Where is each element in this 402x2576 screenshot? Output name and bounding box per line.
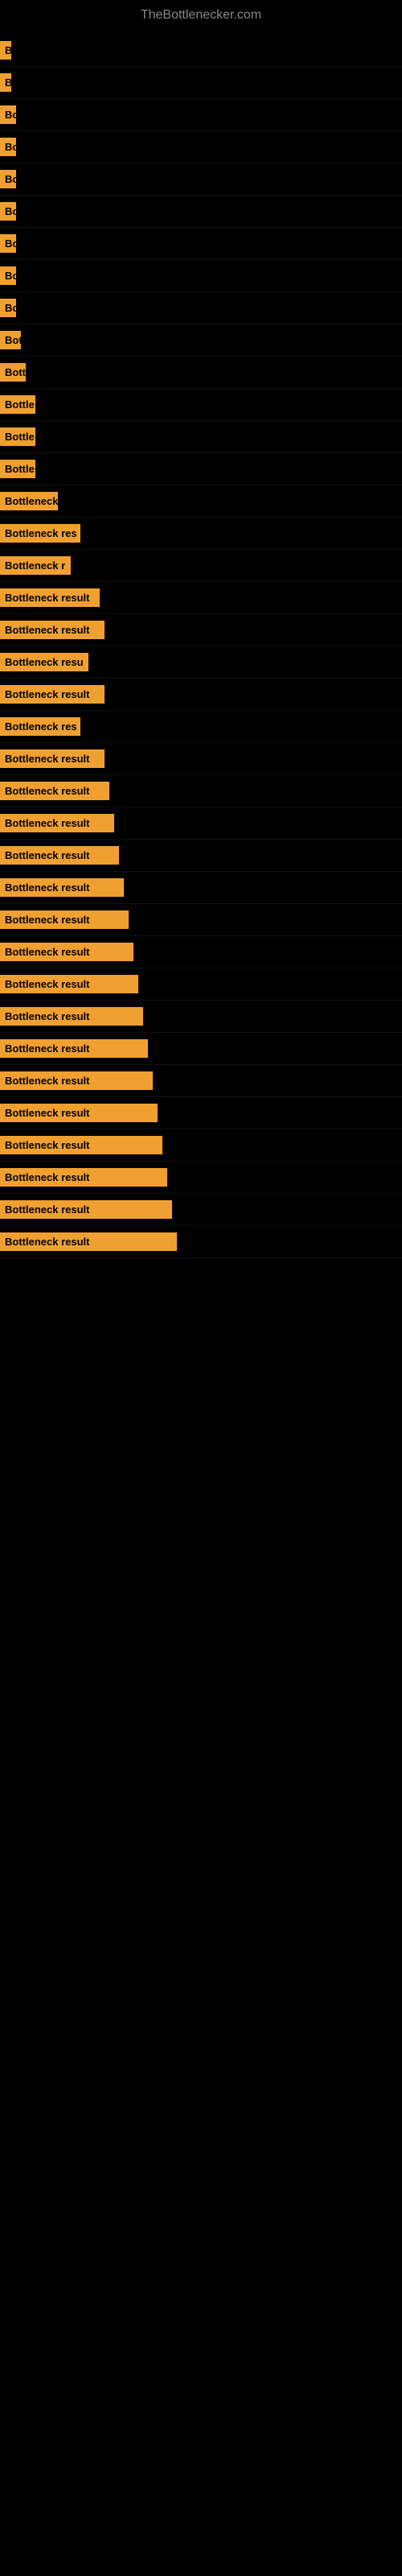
bottleneck-label: Bottleneck result bbox=[0, 1039, 148, 1058]
result-row: Bottleneck result bbox=[0, 1065, 402, 1097]
result-row: Bot bbox=[0, 324, 402, 357]
bottleneck-label: Bottleneck resu bbox=[0, 653, 88, 671]
bottleneck-label: Bo bbox=[0, 299, 16, 317]
result-row: Bottleneck result bbox=[0, 1001, 402, 1033]
bottleneck-label: Bo bbox=[0, 266, 16, 285]
result-row: B bbox=[0, 67, 402, 99]
result-row: Bottleneck bbox=[0, 485, 402, 518]
bottleneck-label: Bo bbox=[0, 234, 16, 253]
bottleneck-label: Bottleneck result bbox=[0, 878, 124, 897]
result-row: Bo bbox=[0, 228, 402, 260]
bottleneck-label: Bottleneck result bbox=[0, 1104, 158, 1122]
result-row: Bottleneck resu bbox=[0, 646, 402, 679]
result-row: Bott bbox=[0, 357, 402, 389]
result-row: Bottleneck result bbox=[0, 614, 402, 646]
result-row: Bottleneck result bbox=[0, 904, 402, 936]
bottleneck-label: Bottleneck result bbox=[0, 1200, 172, 1219]
bottleneck-label: Bottleneck result bbox=[0, 1136, 162, 1154]
bottleneck-label: Bottleneck result bbox=[0, 588, 100, 607]
result-row: Bottle bbox=[0, 453, 402, 485]
results-container: BB Bo Bo Bo Bo Bo Bo Bo Bot Bott Bottle Bottle Bottl… bbox=[0, 27, 402, 1266]
result-row: Bottleneck result bbox=[0, 807, 402, 840]
result-row: Bottleneck result bbox=[0, 582, 402, 614]
bottleneck-label: Bottleneck result bbox=[0, 975, 138, 993]
bottleneck-label: Bottleneck res bbox=[0, 717, 80, 736]
bottleneck-label: Bottleneck result bbox=[0, 749, 105, 768]
bottleneck-label: Bottle bbox=[0, 460, 35, 478]
result-row: B bbox=[0, 35, 402, 67]
result-row: Bottleneck result bbox=[0, 775, 402, 807]
result-row: Bo bbox=[0, 131, 402, 163]
result-row: Bo bbox=[0, 260, 402, 292]
bottleneck-label: Bottleneck result bbox=[0, 910, 129, 929]
bottleneck-label: Bottle bbox=[0, 427, 35, 446]
result-row: Bottle bbox=[0, 389, 402, 421]
result-row: Bottleneck result bbox=[0, 872, 402, 904]
result-row: Bottleneck result bbox=[0, 743, 402, 775]
result-row: Bottleneck result bbox=[0, 1097, 402, 1129]
result-row: Bottleneck res bbox=[0, 711, 402, 743]
result-row: Bottleneck result bbox=[0, 1162, 402, 1194]
result-row: Bottleneck result bbox=[0, 1129, 402, 1162]
result-row: Bottleneck r bbox=[0, 550, 402, 582]
bottleneck-label: Bottleneck result bbox=[0, 1071, 153, 1090]
bottleneck-label: Bottleneck result bbox=[0, 685, 105, 704]
result-row: Bottleneck result bbox=[0, 936, 402, 968]
bottleneck-label: Bottleneck result bbox=[0, 782, 109, 800]
bottleneck-label: Bo bbox=[0, 138, 16, 156]
bottleneck-label: Bo bbox=[0, 202, 16, 221]
bottleneck-label: Bottleneck result bbox=[0, 1232, 177, 1251]
result-row: Bottleneck result bbox=[0, 679, 402, 711]
bottleneck-label: Bottleneck bbox=[0, 492, 58, 510]
bottleneck-label: Bo bbox=[0, 105, 16, 124]
bottleneck-label: Bo bbox=[0, 170, 16, 188]
bottleneck-label: Bottleneck result bbox=[0, 814, 114, 832]
result-row: Bottle bbox=[0, 421, 402, 453]
result-row: Bottleneck result bbox=[0, 1033, 402, 1065]
bottleneck-label: Bottle bbox=[0, 395, 35, 414]
bottleneck-label: Bottleneck result bbox=[0, 846, 119, 865]
bottleneck-label: Bott bbox=[0, 363, 26, 382]
result-row: Bottleneck result bbox=[0, 1194, 402, 1226]
bottleneck-label: Bottleneck res bbox=[0, 524, 80, 543]
bottleneck-label: B bbox=[0, 73, 11, 92]
bottleneck-label: Bottleneck result bbox=[0, 943, 133, 961]
result-row: Bottleneck res bbox=[0, 518, 402, 550]
site-title: TheBottlenecker.com bbox=[0, 0, 402, 27]
result-row: Bo bbox=[0, 292, 402, 324]
bottleneck-label: Bottleneck result bbox=[0, 1168, 167, 1187]
bottleneck-label: Bottleneck result bbox=[0, 1007, 143, 1026]
result-row: Bottleneck result bbox=[0, 968, 402, 1001]
bottleneck-label: Bottleneck result bbox=[0, 621, 105, 639]
result-row: Bottleneck result bbox=[0, 1226, 402, 1258]
result-row: Bo bbox=[0, 196, 402, 228]
result-row: Bo bbox=[0, 99, 402, 131]
result-row: Bo bbox=[0, 163, 402, 196]
result-row: Bottleneck result bbox=[0, 840, 402, 872]
bottleneck-label: Bot bbox=[0, 331, 21, 349]
bottleneck-label: B bbox=[0, 41, 11, 60]
bottleneck-label: Bottleneck r bbox=[0, 556, 71, 575]
